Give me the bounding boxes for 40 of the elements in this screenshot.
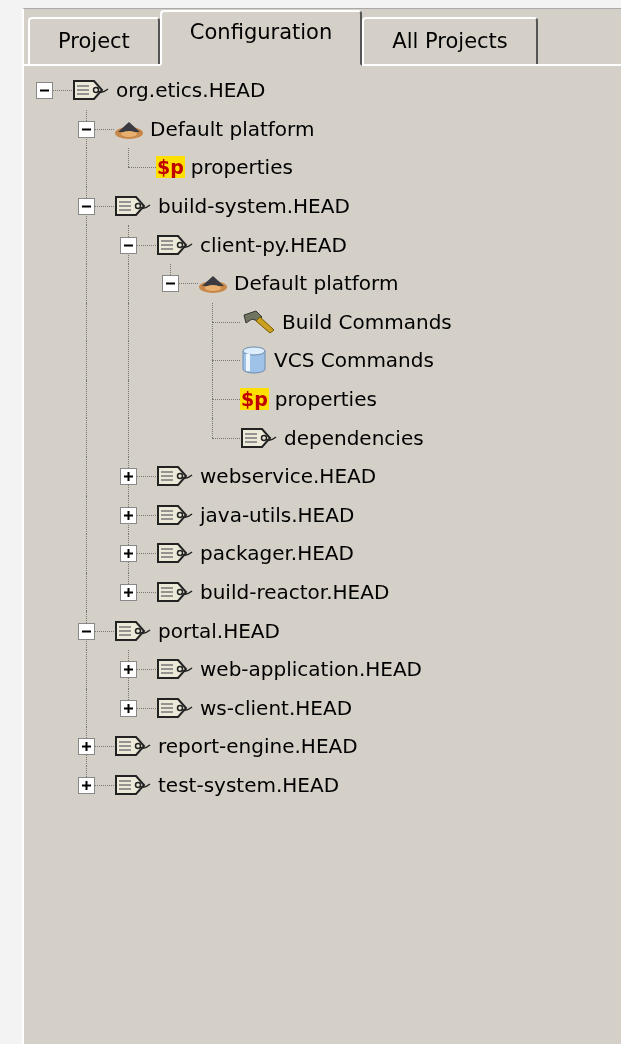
collapse-toggle[interactable] bbox=[78, 622, 95, 640]
collapse-toggle[interactable] bbox=[120, 236, 137, 254]
tree-item[interactable]: test-system.HEAD bbox=[158, 770, 340, 800]
tree-item[interactable]: VCS Commands bbox=[274, 345, 434, 376]
tab[interactable]: Project bbox=[28, 17, 160, 64]
tree-item[interactable]: packager.HEAD bbox=[200, 538, 354, 569]
expand-toggle[interactable] bbox=[120, 545, 137, 563]
expand-toggle[interactable] bbox=[120, 468, 137, 486]
expand-toggle[interactable] bbox=[120, 584, 137, 601]
expand-toggle[interactable] bbox=[120, 661, 137, 679]
tree-item[interactable]: build-system.HEAD bbox=[158, 191, 350, 222]
expand-toggle[interactable] bbox=[78, 738, 95, 756]
tree-item[interactable]: java-utils.HEAD bbox=[200, 499, 355, 530]
tree-item[interactable]: Build Commands bbox=[282, 306, 452, 337]
tree-item[interactable]: properties bbox=[274, 384, 377, 415]
cylinder-icon bbox=[240, 346, 268, 375]
expand-toggle[interactable] bbox=[78, 777, 95, 794]
tree-item[interactable]: web-application.HEAD bbox=[200, 654, 422, 685]
hammer-icon bbox=[240, 308, 276, 335]
tree-item[interactable]: report-engine.HEAD bbox=[158, 731, 358, 762]
collapse-toggle[interactable] bbox=[36, 82, 53, 100]
tree-item[interactable]: build-reactor.HEAD bbox=[200, 577, 390, 607]
expand-toggle[interactable] bbox=[120, 506, 137, 524]
tree-item[interactable]: dependencies bbox=[284, 422, 424, 453]
collapse-toggle[interactable] bbox=[78, 198, 95, 216]
expand-toggle[interactable] bbox=[120, 699, 137, 717]
tree-item[interactable]: properties bbox=[190, 152, 293, 183]
property-symbol: $p bbox=[240, 388, 269, 411]
tree-item[interactable]: webservice.HEAD bbox=[200, 461, 377, 492]
tree-item[interactable]: client-py.HEAD bbox=[200, 229, 347, 260]
tree-item[interactable]: Default platform bbox=[234, 268, 399, 299]
tab[interactable]: All Projects bbox=[362, 17, 538, 64]
collapse-toggle[interactable] bbox=[162, 275, 179, 293]
tree-item[interactable]: org.etics.HEAD bbox=[116, 75, 266, 106]
tree-item[interactable]: Default platform bbox=[150, 113, 315, 144]
tree-item[interactable]: portal.HEAD bbox=[158, 615, 280, 646]
tab[interactable]: Configuration bbox=[159, 10, 363, 66]
property-symbol: $p bbox=[156, 156, 185, 179]
tree-item[interactable]: ws-client.HEAD bbox=[200, 692, 353, 723]
collapse-toggle[interactable] bbox=[78, 120, 95, 138]
